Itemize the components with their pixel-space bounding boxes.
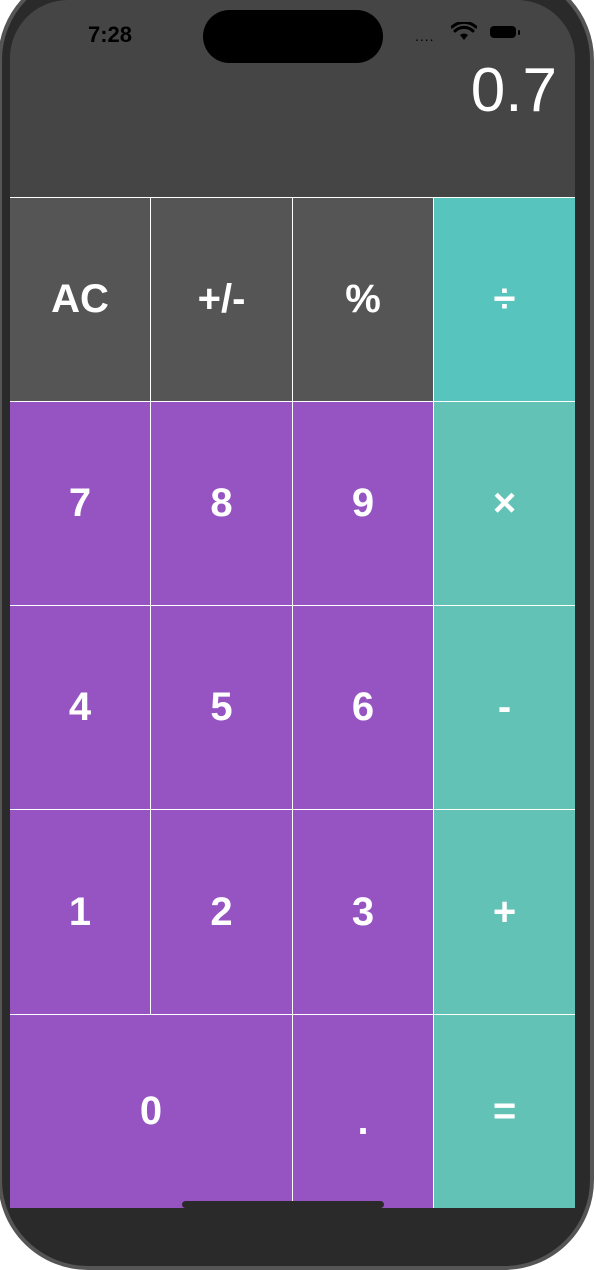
- digit-3-button[interactable]: 3: [293, 810, 434, 1015]
- battery-icon: [490, 26, 520, 38]
- keypad: AC +/- % ÷ 7 8 9 × 4 5 6 - 1 2 3 + 0 . =: [10, 197, 575, 1208]
- decimal-button[interactable]: .: [293, 1015, 434, 1208]
- calculator-screen: 7:28 .... 0.7 AC +/- % ÷ 7 8 9 × 4 5 6 -…: [10, 0, 575, 1208]
- minus-button[interactable]: -: [434, 606, 575, 810]
- status-time: 7:28: [88, 22, 133, 47]
- dynamic-island: [203, 10, 383, 63]
- digit-7-button[interactable]: 7: [10, 402, 151, 606]
- digit-1-button[interactable]: 1: [10, 810, 151, 1015]
- digit-8-button[interactable]: 8: [151, 402, 293, 606]
- clear-button[interactable]: AC: [10, 197, 151, 402]
- wifi-icon: [450, 20, 478, 47]
- digit-2-button[interactable]: 2: [151, 810, 293, 1015]
- digit-0-button[interactable]: 0: [10, 1015, 293, 1208]
- divide-button[interactable]: ÷: [434, 197, 575, 402]
- result-display: 0.7: [470, 56, 557, 125]
- equals-button[interactable]: =: [434, 1015, 575, 1208]
- digit-5-button[interactable]: 5: [151, 606, 293, 810]
- percent-button[interactable]: %: [293, 197, 434, 402]
- digit-6-button[interactable]: 6: [293, 606, 434, 810]
- plus-button[interactable]: +: [434, 810, 575, 1015]
- home-indicator[interactable]: [182, 1201, 384, 1208]
- signal-icon: ....: [415, 28, 435, 44]
- digit-9-button[interactable]: 9: [293, 402, 434, 606]
- plus-minus-button[interactable]: +/-: [151, 197, 293, 402]
- multiply-button[interactable]: ×: [434, 402, 575, 606]
- digit-4-button[interactable]: 4: [10, 606, 151, 810]
